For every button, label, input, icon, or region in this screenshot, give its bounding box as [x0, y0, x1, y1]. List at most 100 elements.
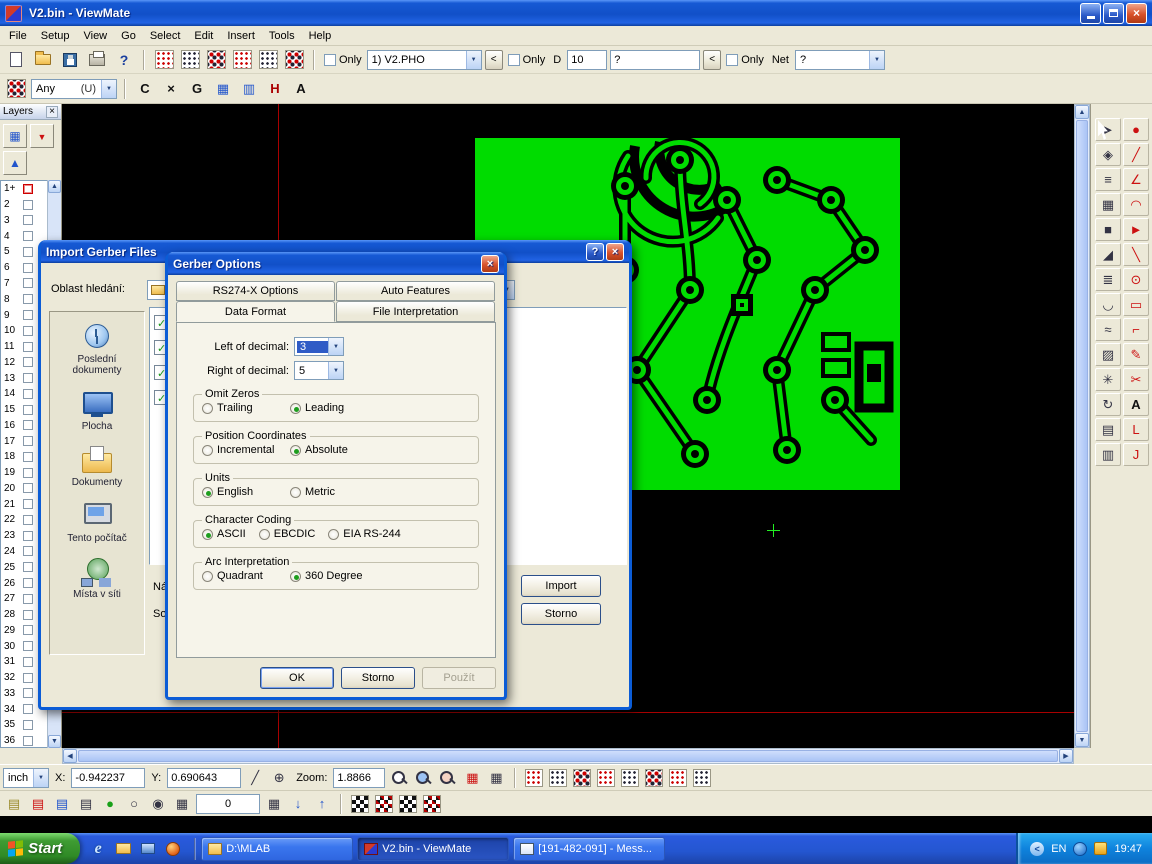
layer-visibility-checkbox[interactable]	[23, 389, 33, 399]
layer-visibility-checkbox[interactable]	[23, 357, 33, 367]
layer-visibility-checkbox[interactable]	[23, 736, 33, 746]
info-list-icon[interactable]: ≡	[1095, 168, 1121, 191]
view-pattern-4-icon[interactable]	[595, 767, 617, 789]
layer-visibility-checkbox[interactable]	[23, 342, 33, 352]
view-pattern-6-icon[interactable]	[643, 767, 665, 789]
layer-up-button[interactable]	[3, 151, 27, 175]
layer-visibility-checkbox[interactable]	[23, 562, 33, 572]
tool-columns-icon[interactable]: ▥	[237, 77, 261, 101]
layer-stack-red-icon[interactable]: ▤	[27, 793, 49, 815]
browser-quicklaunch-icon[interactable]	[163, 839, 183, 859]
layer-row[interactable]: 3	[1, 213, 47, 229]
view-pattern-1-icon[interactable]	[523, 767, 545, 789]
layer-visibility-checkbox[interactable]	[23, 483, 33, 493]
aperture-pattern-button[interactable]	[4, 77, 28, 101]
gerber-dialog-titlebar[interactable]: Gerber Options	[168, 252, 504, 275]
view-pattern-2-icon[interactable]	[547, 767, 569, 789]
scroll-down-icon[interactable]	[1075, 733, 1089, 747]
radio-metric[interactable]: Metric	[290, 486, 335, 498]
radio-absolute[interactable]: Absolute	[290, 444, 348, 456]
layer-visibility-checkbox[interactable]	[23, 278, 33, 288]
vertical-scrollbar[interactable]	[1074, 104, 1090, 748]
layer-stack-blue-icon[interactable]: ▤	[51, 793, 73, 815]
close-icon[interactable]	[46, 106, 58, 118]
dcode-input[interactable]: 10	[567, 50, 607, 70]
file-select[interactable]: 1) V2.PHO	[367, 50, 482, 70]
menu-item[interactable]: Insert	[220, 28, 262, 44]
prev-file-button[interactable]: <	[485, 50, 503, 70]
tool-cross-icon[interactable]: ×	[159, 77, 183, 101]
left-of-decimal-select[interactable]: 3	[294, 337, 344, 356]
draw-line-icon[interactable]: ╱	[1123, 143, 1149, 166]
radio-incremental[interactable]: Incremental	[202, 444, 290, 456]
pad-pattern-mix-icon[interactable]	[282, 48, 306, 72]
radio-eia-rs244[interactable]: EIA RS-244	[328, 528, 400, 540]
filled-shape-icon[interactable]: ■	[1095, 218, 1121, 241]
layer-visibility-checkbox[interactable]	[23, 184, 33, 194]
layer-stack-olive-icon[interactable]: ▤	[3, 793, 25, 815]
printer-tool-icon[interactable]: ▤	[1095, 418, 1121, 441]
trace-pattern-3-icon[interactable]	[397, 793, 419, 815]
layer-visibility-checkbox[interactable]	[23, 704, 33, 714]
layer-visibility-checkbox[interactable]	[23, 200, 33, 210]
draw-rectangle-icon[interactable]: ▭	[1123, 293, 1149, 316]
layer-visibility-checkbox[interactable]	[23, 231, 33, 241]
scroll-up-icon[interactable]	[48, 180, 61, 193]
layer-stack-dark-icon[interactable]: ▤	[75, 793, 97, 815]
radio-ebcdic[interactable]: EBCDIC	[259, 528, 316, 540]
layer-visibility-checkbox[interactable]	[23, 657, 33, 667]
radio-ascii[interactable]: ASCII	[202, 528, 246, 540]
layer-visibility-checkbox[interactable]	[23, 673, 33, 683]
layer-visibility-checkbox[interactable]	[23, 594, 33, 604]
draw-point-icon[interactable]: ●	[1123, 118, 1149, 141]
wave-icon[interactable]: ≈	[1095, 318, 1121, 341]
tab-file-interpretation[interactable]: File Interpretation	[336, 301, 495, 322]
place-my-computer[interactable]: Tento počítač	[52, 499, 142, 546]
right-of-decimal-select[interactable]: 5	[294, 361, 344, 380]
grid-red-icon[interactable]: ▦	[461, 767, 483, 789]
measure-diagonal-icon[interactable]: ╱	[244, 767, 266, 789]
messenger-tray-icon[interactable]	[1073, 842, 1087, 856]
layer-visibility-checkbox[interactable]	[23, 499, 33, 509]
layer-row[interactable]: 35	[1, 717, 47, 733]
checkbox-icon[interactable]	[508, 54, 520, 66]
scroll-right-icon[interactable]	[1059, 749, 1073, 763]
y-coordinate-field[interactable]: 0.690643	[167, 768, 241, 788]
place-network[interactable]: Místa v síti	[52, 555, 142, 602]
snap-grid-icon[interactable]: ▦	[263, 793, 285, 815]
horizontal-scrollbar[interactable]	[62, 748, 1074, 764]
net-select[interactable]: ?	[795, 50, 885, 70]
tab-data-format[interactable]: Data Format	[176, 301, 335, 322]
menu-item[interactable]: Edit	[187, 28, 220, 44]
tool-grid-icon[interactable]: ▦	[211, 77, 235, 101]
close-button[interactable]	[606, 243, 624, 261]
pan-grid-icon[interactable]: ▦	[1095, 193, 1121, 216]
layer-visibility-checkbox[interactable]	[23, 310, 33, 320]
only-file-checkbox[interactable]: Only	[324, 54, 362, 66]
layer-swap-button[interactable]	[30, 124, 54, 148]
lamp-on-icon[interactable]: ◉	[147, 793, 169, 815]
zoom-field[interactable]: 1.8866	[333, 768, 385, 788]
layer-visibility-checkbox[interactable]	[23, 436, 33, 446]
help-button[interactable]	[586, 243, 604, 261]
draw-arrow-icon[interactable]: ►	[1123, 218, 1149, 241]
draw-l-icon[interactable]: L	[1123, 418, 1149, 441]
horizontal-scroll-thumb[interactable]	[78, 750, 1058, 762]
view-pattern-3-icon[interactable]	[571, 767, 593, 789]
cut-scissors-icon[interactable]: ✂	[1123, 368, 1149, 391]
scroll-left-icon[interactable]	[63, 749, 77, 763]
new-file-button[interactable]	[4, 48, 28, 72]
draw-polyline-icon[interactable]: ∠	[1123, 168, 1149, 191]
rotate-icon[interactable]: ↻	[1095, 393, 1121, 416]
radio-quadrant[interactable]: Quadrant	[202, 570, 290, 582]
status-led-icon[interactable]: ●	[99, 793, 121, 815]
anchor-up-icon[interactable]: ↑	[311, 793, 333, 815]
dcode-flash-dark-icon[interactable]	[178, 48, 202, 72]
draw-text-icon[interactable]: A	[1123, 393, 1149, 416]
internet-explorer-icon[interactable]: e	[88, 839, 108, 859]
task-message[interactable]: [191-482-091] - Mess...	[513, 837, 665, 861]
tool-c-icon[interactable]: C	[133, 77, 157, 101]
apply-button[interactable]: Použít	[422, 667, 496, 689]
layer-visibility-checkbox[interactable]	[23, 247, 33, 257]
chevron-down-icon[interactable]	[328, 362, 343, 379]
